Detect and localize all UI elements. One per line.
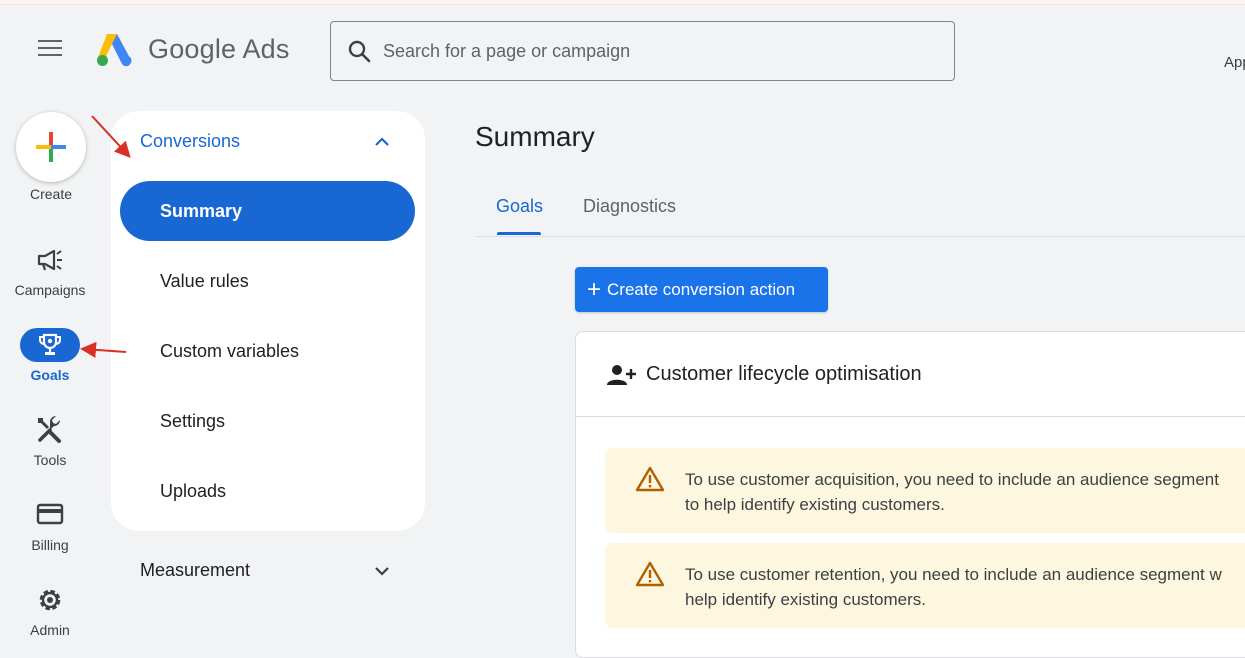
warning-banner: To use customer retention, you need to i… [605, 543, 1245, 628]
search-input[interactable] [383, 40, 943, 62]
warning-line: to help identify existing customers. [685, 495, 945, 514]
person-add-icon [607, 365, 636, 385]
warning-banner: To use customer acquisition, you need to… [605, 448, 1245, 533]
hamburger-menu-icon[interactable] [38, 40, 62, 60]
chevron-up-icon[interactable] [373, 133, 391, 151]
create-label: Create [29, 186, 73, 202]
gear-icon [39, 589, 61, 611]
credit-card-icon [36, 503, 64, 525]
conversions-section-title[interactable]: Conversions [140, 131, 240, 152]
search-box[interactable] [330, 21, 955, 81]
google-ads-logo[interactable]: Google Ads [94, 30, 290, 68]
top-border [0, 0, 1245, 5]
subnav-item-summary[interactable]: Summary [120, 181, 415, 241]
warning-line: To use customer retention, you need to i… [685, 565, 1222, 584]
measurement-section[interactable]: Measurement [140, 560, 250, 581]
card-divider [576, 416, 1245, 417]
admin-nav[interactable] [36, 586, 64, 614]
tab-goals[interactable]: Goals [496, 196, 543, 217]
search-icon [348, 40, 371, 63]
create-conversion-action-button[interactable]: + Create conversion action [575, 267, 828, 312]
warning-icon [635, 466, 665, 492]
google-ads-mark-icon [97, 34, 132, 67]
plus-icon: + [587, 275, 602, 303]
admin-label[interactable]: Admin [0, 622, 100, 638]
warning-icon [635, 561, 665, 587]
campaigns-label[interactable]: Campaigns [0, 282, 100, 298]
card-title: Customer lifecycle optimisation [646, 363, 922, 385]
brand-name: Google Ads [148, 33, 290, 64]
trophy-icon [39, 333, 61, 355]
billing-label[interactable]: Billing [0, 537, 100, 553]
subnav-item-custom-variables[interactable]: Custom variables [120, 321, 415, 381]
goals-nav[interactable] [20, 328, 80, 362]
subnav-item-value-rules[interactable]: Value rules [120, 251, 415, 311]
goals-label[interactable]: Goals [0, 367, 100, 383]
tools-icon [38, 416, 61, 443]
tab-diagnostics[interactable]: Diagnostics [583, 196, 676, 217]
chevron-down-icon[interactable] [373, 562, 391, 580]
create-button[interactable] [16, 112, 86, 182]
warning-text: To use customer retention, you need to i… [685, 562, 1222, 612]
customer-lifecycle-card: Customer lifecycle optimisation To use c… [575, 331, 1245, 658]
create-conversion-action-label: Create conversion action [607, 279, 796, 299]
subnav-item-settings[interactable]: Settings [120, 391, 415, 451]
megaphone-icon [37, 249, 62, 271]
page-title: Summary [475, 121, 595, 152]
warning-text: To use customer acquisition, you need to… [685, 467, 1219, 517]
tabs-divider [475, 236, 1245, 237]
active-tab-indicator [497, 232, 541, 235]
app-label[interactable]: App [1224, 54, 1245, 71]
tools-nav[interactable] [35, 416, 65, 444]
campaigns-nav[interactable] [34, 246, 66, 274]
billing-nav[interactable] [36, 502, 64, 526]
conversions-subnav: Conversions Summary Value rules Custom v… [111, 111, 425, 531]
plus-icon [36, 132, 66, 162]
tools-label[interactable]: Tools [0, 452, 100, 468]
subnav-item-uploads[interactable]: Uploads [120, 461, 415, 521]
warning-line: help identify existing customers. [685, 590, 926, 609]
warning-line: To use customer acquisition, you need to… [685, 470, 1219, 489]
